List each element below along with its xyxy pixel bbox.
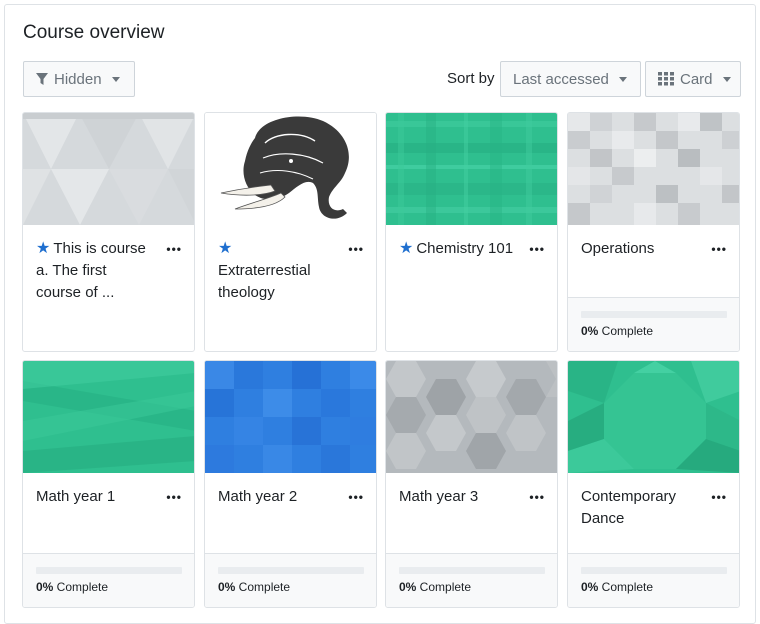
grid-icon: [658, 72, 674, 86]
view-dropdown[interactable]: Card: [645, 61, 741, 97]
course-name[interactable]: This is course a. The first course of ..…: [36, 240, 146, 301]
sort-dropdown[interactable]: Last accessed: [500, 61, 641, 97]
course-name[interactable]: Contemporary Dance: [581, 488, 676, 527]
progress-percent: 0%: [399, 580, 417, 594]
progress-bar: [218, 567, 364, 574]
sort-value: Last accessed: [513, 70, 609, 88]
chevron-down-icon: [618, 76, 627, 82]
course-card[interactable]: Operations ••• 0% Complete: [567, 112, 740, 352]
course-menu-button[interactable]: •••: [711, 243, 727, 255]
course-card[interactable]: Math year 3 ••• 0% Complete: [385, 360, 558, 608]
view-label: Card: [680, 70, 713, 88]
star-icon: ★: [399, 240, 414, 257]
course-card[interactable]: ★ Extraterrestial theology •••: [204, 112, 377, 352]
progress-percent: 0%: [581, 324, 599, 338]
course-image[interactable]: [205, 113, 376, 225]
course-progress: 0% Complete: [568, 553, 739, 607]
course-menu-button[interactable]: •••: [348, 243, 364, 255]
course-progress: 0% Complete: [568, 297, 739, 351]
filter-label: Hidden: [54, 70, 102, 88]
progress-label: Complete: [416, 580, 472, 594]
progress-label: Complete: [598, 580, 654, 594]
progress-bar: [581, 311, 727, 318]
course-card[interactable]: Math year 2 ••• 0% Complete: [204, 360, 377, 608]
chevron-down-icon: [111, 76, 120, 82]
progress-percent: 0%: [36, 580, 54, 594]
progress-percent: 0%: [581, 580, 599, 594]
course-name[interactable]: Operations: [581, 240, 654, 257]
course-progress: 0% Complete: [205, 553, 376, 607]
course-card[interactable]: ★ This is course a. The first course of .…: [22, 112, 195, 352]
progress-percent: 0%: [218, 580, 236, 594]
star-icon: ★: [36, 240, 51, 257]
course-name[interactable]: Chemistry 101: [416, 240, 513, 257]
progress-label: Complete: [598, 324, 654, 338]
course-image[interactable]: [23, 113, 194, 225]
progress-bar: [36, 567, 182, 574]
course-progress: 0% Complete: [23, 553, 194, 607]
course-menu-button[interactable]: •••: [166, 491, 182, 503]
progress-label: Complete: [235, 580, 291, 594]
course-menu-button[interactable]: •••: [529, 243, 545, 255]
course-image[interactable]: [568, 361, 739, 473]
course-card[interactable]: Contemporary Dance ••• 0% Complete: [567, 360, 740, 608]
sort-by-label: Sort by: [447, 70, 495, 87]
course-image[interactable]: [23, 361, 194, 473]
course-name[interactable]: Math year 3: [399, 488, 478, 505]
course-image[interactable]: [386, 361, 557, 473]
chevron-down-icon: [722, 76, 731, 82]
course-name[interactable]: Extraterrestial theology: [218, 262, 311, 301]
course-image[interactable]: [386, 113, 557, 225]
course-menu-button[interactable]: •••: [711, 491, 727, 503]
panel-title: Course overview: [23, 22, 165, 43]
progress-bar: [399, 567, 545, 574]
progress-label: Complete: [53, 580, 109, 594]
course-image[interactable]: [205, 361, 376, 473]
course-menu-button[interactable]: •••: [166, 243, 182, 255]
course-card[interactable]: ★ Chemistry 101 •••: [385, 112, 558, 352]
course-card[interactable]: Math year 1 ••• 0% Complete: [22, 360, 195, 608]
star-icon: ★: [218, 240, 233, 257]
course-image[interactable]: [568, 113, 739, 225]
course-menu-button[interactable]: •••: [529, 491, 545, 503]
progress-bar: [581, 567, 727, 574]
course-name[interactable]: Math year 1: [36, 488, 115, 505]
course-menu-button[interactable]: •••: [348, 491, 364, 503]
filter-icon: [36, 72, 48, 86]
course-name[interactable]: Math year 2: [218, 488, 297, 505]
filter-dropdown[interactable]: Hidden: [23, 61, 135, 97]
course-progress: 0% Complete: [386, 553, 557, 607]
